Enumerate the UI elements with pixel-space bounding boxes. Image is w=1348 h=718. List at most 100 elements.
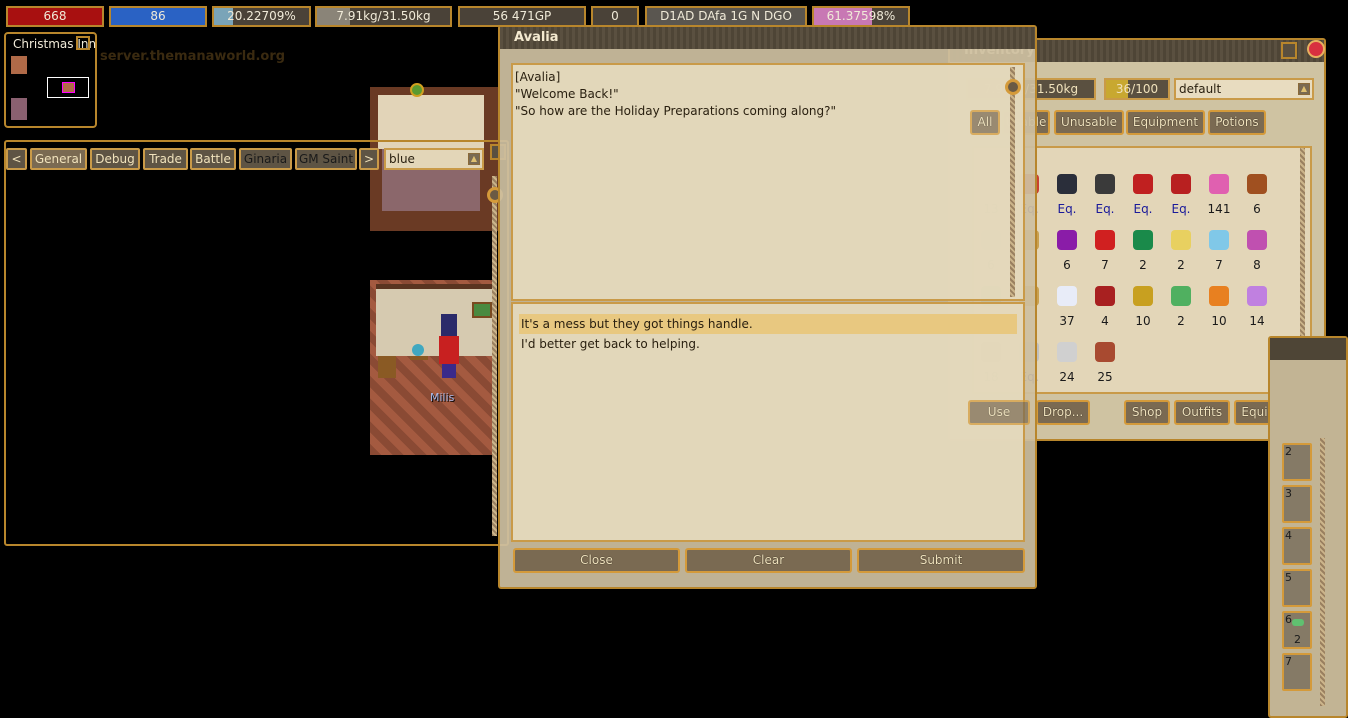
item-count: 24 <box>1059 370 1075 384</box>
slot-number: 7 <box>1285 655 1292 668</box>
close-icon[interactable] <box>1307 40 1325 58</box>
chat-color-select[interactable]: blue ▲ <box>384 148 484 170</box>
blue-potion-icon <box>1209 230 1229 250</box>
count-display: 0 <box>591 6 639 27</box>
chat-window <box>4 140 509 546</box>
inventory-item[interactable]: 2 <box>1162 286 1200 328</box>
chat-tab-trade[interactable]: Trade <box>143 148 188 170</box>
resize-icon[interactable] <box>1281 42 1297 59</box>
shortcut-slot[interactable]: 3 <box>1282 485 1312 523</box>
wreath-icon <box>410 83 424 97</box>
inventory-item[interactable]: 25 <box>1086 342 1124 384</box>
shortcut-slot[interactable]: 2 <box>1282 443 1312 481</box>
npc-dialog: Avalia [Avalia] "Welcome Back!" "So how ar… <box>498 25 1037 589</box>
item-count: 10 <box>1135 314 1151 328</box>
npc-option[interactable]: I'd better get back to helping. <box>519 334 1017 354</box>
inventory-item[interactable]: 10 <box>1200 286 1238 328</box>
inventory-item[interactable]: 141 <box>1200 174 1238 216</box>
inventory-item[interactable]: Eq. <box>1162 174 1200 216</box>
shortcut-titlebar <box>1270 338 1346 360</box>
clear-button[interactable]: Clear <box>685 548 852 573</box>
filter-equipment[interactable]: Equipment <box>1126 110 1205 135</box>
npc-text-line: "Welcome Back!" <box>515 87 619 101</box>
inventory-item[interactable]: 24 <box>1048 342 1086 384</box>
npc-option[interactable]: It's a mess but they got things handle. <box>519 314 1017 334</box>
inventory-item[interactable]: Eq. <box>1086 174 1124 216</box>
use-button[interactable]: Use <box>968 400 1030 425</box>
chevron-up-icon[interactable]: ▲ <box>468 153 480 165</box>
submit-button[interactable]: Submit <box>857 548 1025 573</box>
yellow-potion-icon <box>1171 230 1191 250</box>
inventory-item[interactable]: 14 <box>1238 286 1276 328</box>
gift-purple-icon <box>1057 230 1077 250</box>
npc-text-scroll-thumb[interactable] <box>1005 79 1021 95</box>
item-count: 37 <box>1059 314 1075 328</box>
inventory-item[interactable]: 6 <box>1048 230 1086 272</box>
item-count: 7 <box>1215 258 1223 272</box>
shirt-icon <box>1171 174 1191 194</box>
shop-button[interactable]: Shop <box>1124 400 1170 425</box>
npc-options-list[interactable]: It's a mess but they got things handle. I… <box>511 302 1025 542</box>
shortcut-slot[interactable]: 7 <box>1282 653 1312 691</box>
xp-bar: 20.22709% <box>212 6 311 27</box>
shortcut-slot[interactable]: 5 <box>1282 569 1312 607</box>
filter-all[interactable]: All <box>970 110 1000 135</box>
inventory-item[interactable]: Eq. <box>1124 174 1162 216</box>
slot-number: 3 <box>1285 487 1292 500</box>
purple-potion-icon <box>1247 286 1267 306</box>
chat-tab-battle[interactable]: Battle <box>190 148 236 170</box>
powder-icon <box>1057 342 1077 362</box>
inventory-item[interactable]: 7 <box>1086 230 1124 272</box>
chat-tab-general[interactable]: General <box>30 148 87 170</box>
hp-bar: 668 <box>6 6 104 27</box>
item-count: 141 <box>1207 202 1231 216</box>
money-display: 56 471GP <box>458 6 586 27</box>
npc-text-scrollbar[interactable] <box>1010 67 1015 297</box>
shortcut-scrollbar[interactable] <box>1320 438 1325 706</box>
chat-scrollbar[interactable] <box>492 176 497 536</box>
orange-potion-icon <box>1209 286 1229 306</box>
inventory-item[interactable]: 37 <box>1048 286 1086 328</box>
weight-bar: 7.91kg/31.50kg <box>315 6 452 27</box>
inventory-item[interactable]: 4 <box>1086 286 1124 328</box>
job-bar: 61.37598% <box>812 6 910 27</box>
item-count: 10 <box>1211 314 1227 328</box>
npc-text-area: [Avalia] "Welcome Back!" "So how are the H… <box>511 63 1025 301</box>
inventory-item[interactable]: 2 <box>1162 230 1200 272</box>
shortcut-slot[interactable]: 4 <box>1282 527 1312 565</box>
inventory-item[interactable]: 7 <box>1200 230 1238 272</box>
chat-tab-debug[interactable]: Debug <box>90 148 140 170</box>
inventory-sort-select[interactable]: default ▲ <box>1174 78 1314 100</box>
chat-tab-next[interactable]: > <box>359 148 379 170</box>
filter-potions[interactable]: Potions <box>1208 110 1266 135</box>
acorn-icon <box>1247 174 1267 194</box>
gift-pink-icon <box>1247 230 1267 250</box>
item-count: 4 <box>1101 314 1109 328</box>
minimap[interactable]: Christmas Inn <box>4 32 97 128</box>
chat-tab-prev[interactable]: < <box>6 148 27 170</box>
npc-text-line: "So how are the Holiday Preparations com… <box>515 104 837 118</box>
item-count: Eq. <box>1057 202 1077 216</box>
inventory-item[interactable]: 10 <box>1124 286 1162 328</box>
bag-gold-icon <box>1133 286 1153 306</box>
chat-tab-gm-saint[interactable]: GM Saint <box>295 148 357 170</box>
chat-tab-ginaria[interactable]: Ginaria <box>239 148 292 170</box>
red-potion-icon <box>1095 230 1115 250</box>
filter-unusable[interactable]: Unusable <box>1054 110 1124 135</box>
outfits-button[interactable]: Outfits <box>1174 400 1230 425</box>
close-button[interactable]: Close <box>513 548 680 573</box>
inventory-item[interactable]: 6 <box>1238 174 1276 216</box>
item-count: Eq. <box>1133 202 1153 216</box>
drop-button[interactable]: Drop... <box>1036 400 1090 425</box>
item-count: 8 <box>1253 258 1261 272</box>
slot-number: 4 <box>1285 529 1292 542</box>
inventory-item[interactable]: 2 <box>1124 230 1162 272</box>
status-flags: D1AD DAfa 1G N DGO <box>645 6 807 27</box>
inventory-item[interactable]: 8 <box>1238 230 1276 272</box>
minimap-resize-icon[interactable] <box>76 36 90 50</box>
item-count: 25 <box>1097 370 1113 384</box>
inventory-item[interactable]: Eq. <box>1048 174 1086 216</box>
chevron-up-icon[interactable]: ▲ <box>1298 83 1310 95</box>
shortcut-slot[interactable]: 62 <box>1282 611 1312 649</box>
minimap-viewport <box>47 77 89 98</box>
